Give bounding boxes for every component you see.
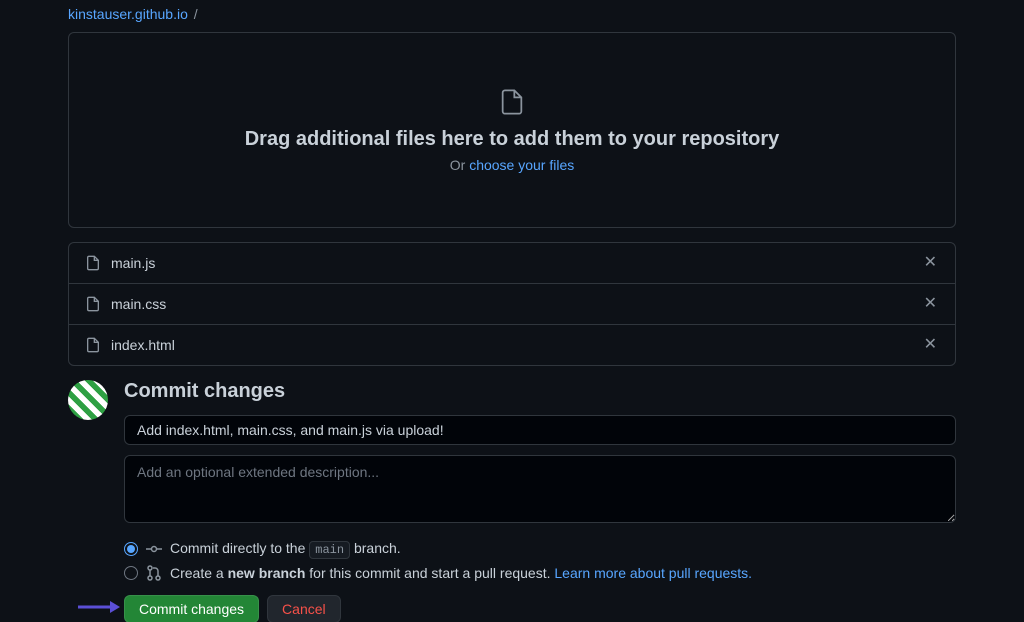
file-name: main.css <box>111 296 922 312</box>
breadcrumb: kinstauser.github.io / <box>68 0 956 32</box>
file-icon <box>85 337 101 353</box>
file-icon <box>85 296 101 312</box>
file-row: main.js ✕ <box>69 243 955 284</box>
commit-direct-option[interactable]: Commit directly to the main branch. <box>124 540 956 557</box>
file-icon <box>498 88 526 116</box>
remove-file-button[interactable]: ✕ <box>922 335 939 355</box>
repo-link[interactable]: kinstauser.github.io <box>68 6 188 22</box>
annotation-arrow-icon <box>76 597 120 617</box>
file-name: index.html <box>111 337 922 353</box>
file-row: main.css ✕ <box>69 284 955 325</box>
commit-newbranch-label: Create a new branch for this commit and … <box>170 565 752 581</box>
commit-form: Commit changes Commit directly to the ma… <box>124 380 956 622</box>
branch-name-tag: main <box>309 541 350 559</box>
commit-actions: Commit changes Cancel <box>124 595 956 622</box>
file-name: main.js <box>111 255 922 271</box>
commit-description-textarea[interactable] <box>124 455 956 523</box>
dropzone-title: Drag additional files here to add them t… <box>245 128 780 151</box>
choose-files-link[interactable]: choose your files <box>469 157 574 173</box>
user-avatar[interactable] <box>68 380 108 420</box>
radio-selected[interactable] <box>124 542 138 556</box>
radio-unselected[interactable] <box>124 566 138 580</box>
commit-direct-icon <box>146 541 162 557</box>
learn-pull-requests-link[interactable]: Learn more about pull requests. <box>554 565 752 581</box>
commit-newbranch-option[interactable]: Create a new branch for this commit and … <box>124 565 956 581</box>
remove-file-button[interactable]: ✕ <box>922 294 939 314</box>
commit-summary-input[interactable] <box>124 415 956 445</box>
uploaded-files-list: main.js ✕ main.css ✕ index.html ✕ <box>68 242 956 366</box>
dropzone-subtitle: Or choose your files <box>450 157 575 173</box>
breadcrumb-separator: / <box>194 6 198 22</box>
commit-changes-button[interactable]: Commit changes <box>124 595 259 622</box>
remove-file-button[interactable]: ✕ <box>922 253 939 273</box>
commit-heading: Commit changes <box>124 380 956 403</box>
file-dropzone[interactable]: Drag additional files here to add them t… <box>68 32 956 228</box>
file-row: index.html ✕ <box>69 325 955 365</box>
commit-direct-label: Commit directly to the main branch. <box>170 540 401 557</box>
pull-request-icon <box>146 565 162 581</box>
cancel-button[interactable]: Cancel <box>267 595 341 622</box>
commit-section: Commit changes Commit directly to the ma… <box>68 380 956 622</box>
file-icon <box>85 255 101 271</box>
